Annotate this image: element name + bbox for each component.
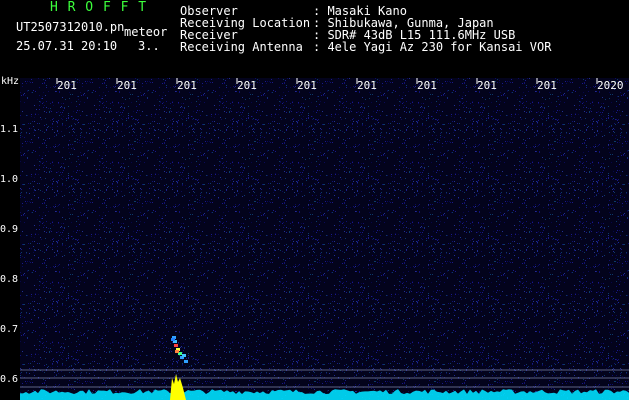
info-value-antenna: : 4ele Yagi Az 230 for Kansai VOR bbox=[313, 40, 552, 54]
y-tick-label: 1.1 bbox=[0, 124, 19, 135]
x-tick-label: 201 bbox=[357, 79, 377, 92]
y-tick-label: 0.8 bbox=[0, 274, 19, 285]
meteor-echo-pixel bbox=[174, 344, 178, 347]
y-tick-label: 0.6 bbox=[0, 374, 19, 385]
meteor-echo-pixel bbox=[182, 354, 186, 357]
datetime: 25.07.31 20:10 bbox=[16, 39, 118, 53]
x-tick-label: 2020 bbox=[597, 79, 624, 92]
app-logo: H R O F F T bbox=[50, 0, 148, 15]
header-panel: H R O F F T UT2507312010.pn meteor 25.07… bbox=[0, 0, 629, 87]
meteor-echo-pixel bbox=[171, 338, 175, 341]
spectrogram-svg bbox=[20, 78, 629, 400]
x-tick-label: 201 bbox=[117, 79, 137, 92]
x-tick-label: 201 bbox=[57, 79, 77, 92]
meteor-echo-pixel bbox=[184, 360, 188, 363]
info-key-antenna: Receiving Antenna bbox=[180, 40, 303, 54]
y-axis-unit: kHz bbox=[1, 76, 20, 87]
x-tick-label: 201 bbox=[297, 79, 317, 92]
x-tick-label: 201 bbox=[237, 79, 257, 92]
x-tick-label: 201 bbox=[477, 79, 497, 92]
x-tick-label: 201 bbox=[417, 79, 437, 92]
x-tick-label: 201 bbox=[537, 79, 557, 92]
y-tick-label: 0.9 bbox=[0, 224, 19, 235]
file-name: UT2507312010.pn bbox=[16, 20, 125, 34]
spectrogram-noise bbox=[20, 78, 629, 400]
mode-label: meteor bbox=[124, 25, 168, 39]
meteor-echo-pixel bbox=[175, 350, 179, 353]
y-tick-label: 1.0 bbox=[0, 174, 19, 185]
extra-field: 3.. bbox=[138, 39, 160, 53]
x-tick-label: 201 bbox=[177, 79, 197, 92]
spectrogram-plot bbox=[20, 78, 629, 400]
y-tick-label: 0.7 bbox=[0, 324, 19, 335]
